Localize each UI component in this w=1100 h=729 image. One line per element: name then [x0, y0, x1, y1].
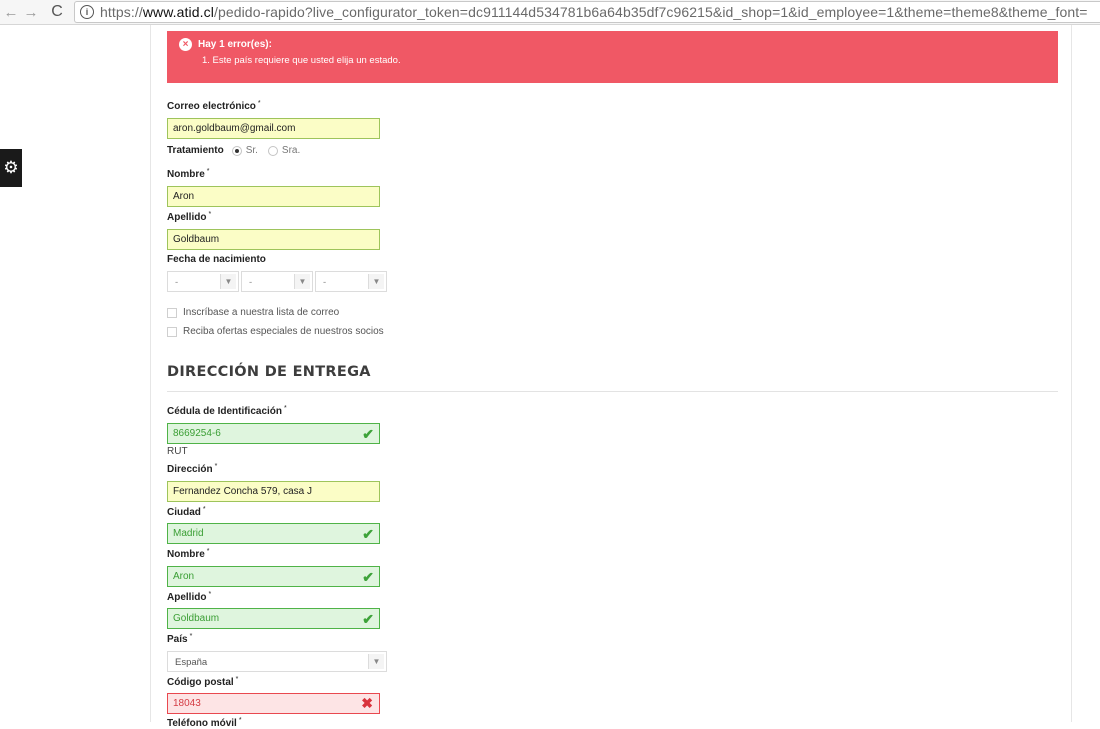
- check-icon: ✔: [362, 569, 374, 585]
- postcode-field[interactable]: 18043 ✖: [167, 693, 380, 714]
- checkout-page: × Hay 1 error(es): 1. Este país requiere…: [150, 25, 1072, 729]
- firstname-field[interactable]: Aron: [167, 186, 380, 207]
- delivery-firstname-label: Nombre *: [167, 548, 210, 560]
- browser-toolbar: ← → C i https://www.atid.cl/pedido-rapid…: [0, 0, 1100, 25]
- optin-label: Reciba ofertas especiales de nuestros so…: [183, 326, 384, 337]
- birth-day-select[interactable]: - ▼: [167, 271, 239, 292]
- lastname-field[interactable]: Goldbaum: [167, 229, 380, 250]
- title-label: Tratamiento: [167, 145, 224, 156]
- alert-title: Hay 1 error(es):: [198, 39, 272, 50]
- check-icon: ✔: [362, 526, 374, 542]
- delivery-lastname-field[interactable]: Goldbaum ✔: [167, 608, 380, 629]
- radio-mr-label[interactable]: Sr.: [246, 145, 258, 156]
- check-icon: ✔: [362, 611, 374, 627]
- error-alert: × Hay 1 error(es): 1. Este país requiere…: [167, 31, 1058, 83]
- title-radio-group: Tratamiento Sr. Sra.: [167, 145, 310, 156]
- city-field[interactable]: Madrid ✔: [167, 523, 380, 544]
- delivery-firstname-field[interactable]: Aron ✔: [167, 566, 380, 587]
- error-cross-icon: ✖: [361, 695, 373, 711]
- url-text: https://www.atid.cl/pedido-rapido?live_c…: [100, 4, 1088, 20]
- section-divider: [167, 391, 1058, 392]
- radio-mrs[interactable]: [267, 145, 278, 156]
- radio-mr[interactable]: [231, 145, 242, 156]
- dni-note: RUT: [167, 446, 188, 457]
- error-icon: ×: [179, 38, 192, 51]
- address-bar[interactable]: i https://www.atid.cl/pedido-rapido?live…: [74, 1, 1100, 23]
- email-label: Correo electrónico *: [167, 100, 261, 112]
- city-label: Ciudad *: [167, 506, 206, 518]
- theme-configurator-tab[interactable]: ⚙: [0, 149, 22, 187]
- country-label: País *: [167, 633, 193, 645]
- address-label: Dirección *: [167, 463, 218, 475]
- address-field[interactable]: Fernandez Concha 579, casa J: [167, 481, 380, 502]
- birthdate-label: Fecha de nacimiento: [167, 254, 266, 265]
- optin-checkbox[interactable]: [167, 326, 177, 337]
- country-select[interactable]: España ▼: [167, 651, 387, 672]
- forward-arrow-icon[interactable]: →: [22, 2, 40, 22]
- birth-year-select[interactable]: - ▼: [315, 271, 387, 292]
- gear-icon: ⚙: [3, 158, 19, 177]
- newsletter-option[interactable]: Inscríbase a nuestra lista de correo: [167, 307, 339, 318]
- alert-heading: × Hay 1 error(es):: [179, 38, 272, 51]
- birth-month-select[interactable]: - ▼: [241, 271, 313, 292]
- chevron-down-icon: ▼: [368, 274, 384, 289]
- dni-field[interactable]: 8669254-6 ✔: [167, 423, 380, 444]
- firstname-label: Nombre *: [167, 168, 210, 180]
- lastname-label: Apellido *: [167, 211, 212, 223]
- chevron-down-icon: ▼: [368, 654, 384, 669]
- delivery-section-title: DIRECCIÓN DE ENTREGA: [167, 364, 371, 380]
- reload-icon[interactable]: C: [48, 2, 66, 22]
- postcode-label: Código postal *: [167, 676, 239, 688]
- newsletter-checkbox[interactable]: [167, 307, 177, 318]
- check-icon: ✔: [362, 426, 374, 442]
- dni-label: Cédula de Identificación *: [167, 405, 287, 417]
- info-icon[interactable]: i: [80, 5, 94, 19]
- delivery-lastname-label: Apellido *: [167, 591, 212, 603]
- chevron-down-icon: ▼: [294, 274, 310, 289]
- email-field[interactable]: aron.goldbaum@gmail.com: [167, 118, 380, 139]
- mobile-label: Teléfono móvil *: [167, 717, 242, 729]
- back-arrow-icon[interactable]: ←: [2, 2, 20, 22]
- optin-option[interactable]: Reciba ofertas especiales de nuestros so…: [167, 326, 384, 337]
- newsletter-label: Inscríbase a nuestra lista de correo: [183, 307, 340, 318]
- chevron-down-icon: ▼: [220, 274, 236, 289]
- radio-mrs-label[interactable]: Sra.: [282, 145, 300, 156]
- alert-message: 1. Este país requiere que usted elija un…: [202, 55, 401, 66]
